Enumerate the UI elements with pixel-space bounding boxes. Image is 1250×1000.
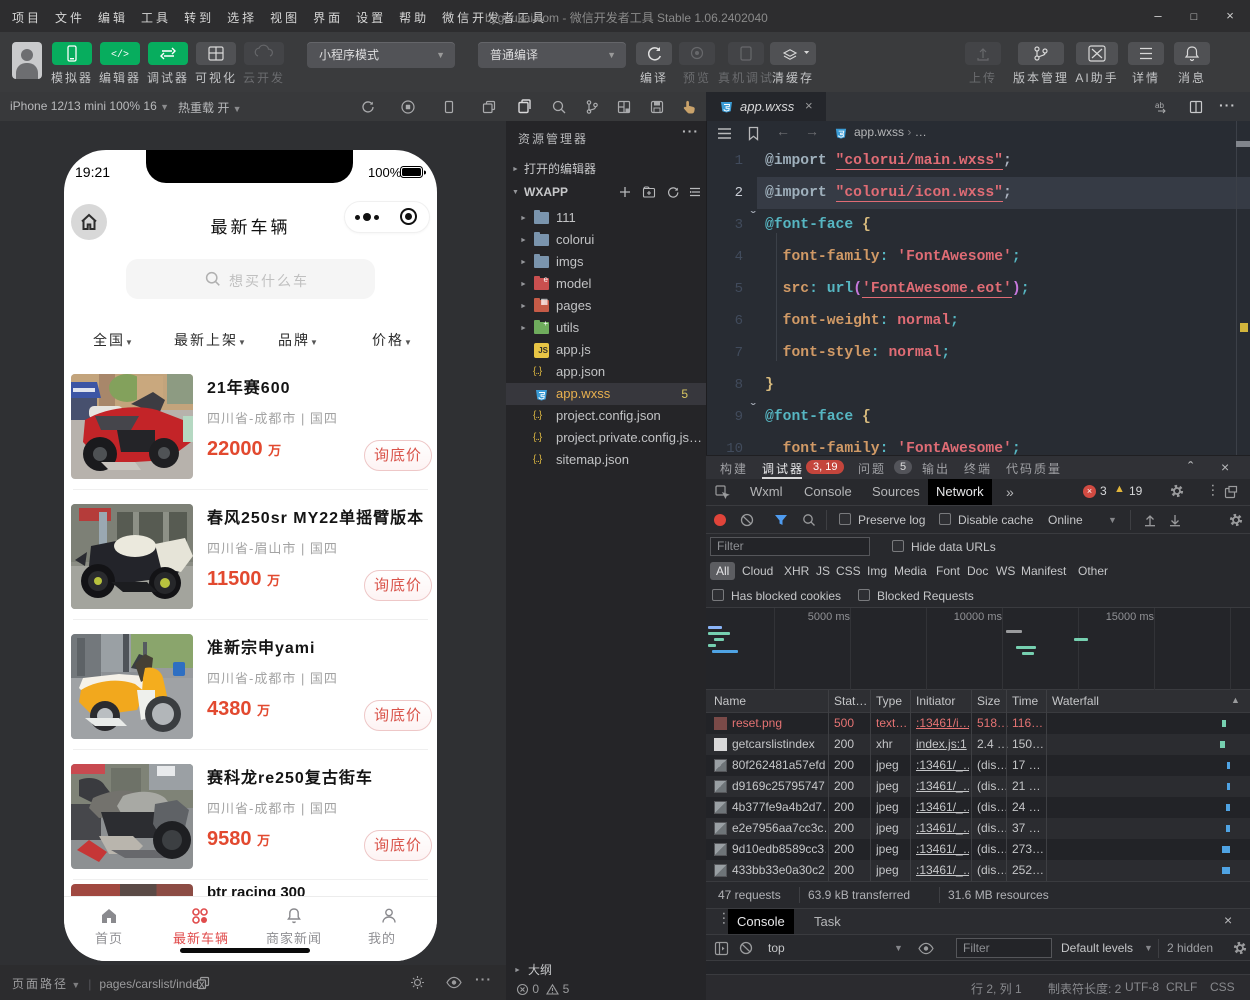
svg-text:ab: ab <box>1155 101 1164 110</box>
svg-text:</>: </> <box>111 49 129 61</box>
